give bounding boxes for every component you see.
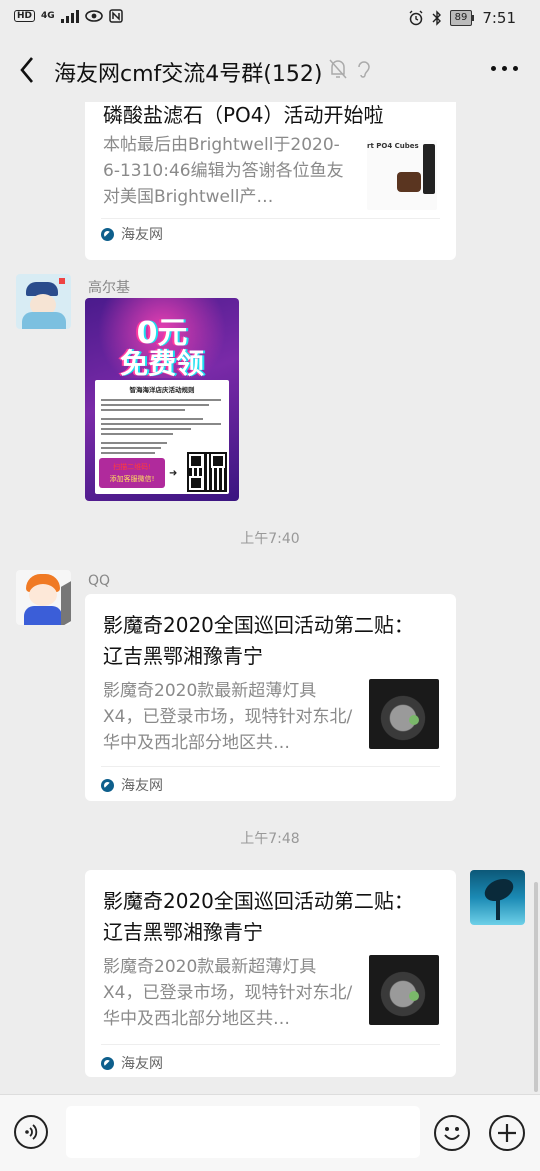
- card-desc: 影魔奇2020款最新超薄灯具X4，已登录市场，现特针对东北/华中及西北部分地区共…: [103, 957, 353, 1029]
- earpiece-icon: [358, 61, 370, 78]
- poster-rules-title: 智海海洋店庆活动规则: [129, 386, 195, 394]
- poster-rules-lines: [101, 396, 221, 457]
- more-options-button[interactable]: [491, 66, 518, 71]
- scrollbar[interactable]: [534, 882, 538, 1092]
- product-jar: [423, 144, 435, 194]
- status-right: 89 7:51: [408, 9, 516, 27]
- link-card-po4[interactable]: 磷酸盐滤石（PO4）活动开始啦 本帖最后由Brightwell于2020-6-1…: [85, 102, 456, 260]
- card-source: 海友网: [101, 775, 163, 795]
- poster-rules-panel: 智海海洋店庆活动规则 扫描二维码! 添加客服微信! ➜: [95, 380, 229, 494]
- card-source: 海友网: [101, 1053, 163, 1073]
- message-input[interactable]: [66, 1106, 420, 1158]
- plus-icon: [498, 1124, 516, 1142]
- emoji-button[interactable]: [434, 1115, 470, 1151]
- timestamp: 上午7:48: [240, 831, 300, 847]
- chat-title: 海友网cmf交流4号群(152): [54, 62, 323, 87]
- poster-cta: 扫描二维码! 添加客服微信!: [99, 458, 165, 488]
- card-desc: 本帖最后由Brightwell于2020-6-1310:46编辑为答谢各位鱼友对…: [103, 135, 344, 207]
- sender-name: 高尔基: [88, 280, 130, 296]
- battery-icon: 89: [449, 10, 475, 26]
- hd-badge: HD: [14, 10, 36, 22]
- haiyou-logo-icon: [101, 227, 114, 241]
- chat-header: 海友网cmf交流4号群(152): [0, 38, 540, 102]
- card-source-label: 海友网: [121, 1056, 163, 1072]
- card-thumbnail: [369, 679, 439, 749]
- mute-bell-icon: [329, 59, 347, 79]
- network-type: 4G: [41, 11, 55, 21]
- alarm-icon: [409, 10, 423, 26]
- poster-cta-1: 扫描二维码!: [113, 463, 151, 471]
- eye-icon: [84, 10, 103, 22]
- poster-arrow-icon: ➜: [169, 468, 178, 479]
- status-left: HD 4G: [14, 9, 123, 23]
- chat-area[interactable]: 磷酸盐滤石（PO4）活动开始啦 本帖最后由Brightwell于2020-6-1…: [0, 102, 540, 1094]
- card-source-label: 海友网: [121, 778, 163, 794]
- haiyou-logo-icon: [101, 1056, 114, 1070]
- card-title: 影魔奇2020全国巡回活动第二贴： 辽吉黑鄂湘豫青宁: [103, 613, 414, 668]
- poster-headline-2: 免费领: [119, 347, 204, 380]
- card-source: 海友网: [101, 224, 163, 244]
- smiley-icon: [444, 1127, 460, 1140]
- haiyou-logo-icon: [101, 778, 114, 792]
- timestamp: 上午7:40: [240, 531, 300, 547]
- signal-icon: [60, 9, 79, 23]
- header-status-icons: [328, 58, 372, 80]
- nfc-icon: [108, 9, 123, 23]
- card-source-label: 海友网: [121, 227, 163, 243]
- voice-icon: [25, 1124, 38, 1140]
- clock: 7:51: [482, 9, 516, 27]
- avatar-gaoerji[interactable]: [16, 274, 71, 329]
- thumb-caption: rt PO4 Cubes: [367, 142, 419, 150]
- input-bar: [0, 1094, 540, 1171]
- product-cubes: [397, 172, 421, 192]
- poster-cta-2: 添加客服微信!: [109, 475, 155, 483]
- link-card-yingmoqi-sent[interactable]: 影魔奇2020全国巡回活动第二贴： 辽吉黑鄂湘豫青宁 影魔奇2020款最新超薄灯…: [85, 870, 456, 1077]
- sender-name: QQ: [88, 573, 111, 589]
- more-functions-button[interactable]: [489, 1115, 525, 1151]
- card-title: 影魔奇2020全国巡回活动第二贴： 辽吉黑鄂湘豫青宁: [103, 889, 414, 944]
- back-arrow-icon[interactable]: [14, 54, 42, 86]
- card-desc: 影魔奇2020款最新超薄灯具X4，已登录市场，现特针对东北/华中及西北部分地区共…: [103, 681, 353, 753]
- battery-level: 89: [449, 10, 473, 26]
- avatar-self[interactable]: [470, 870, 525, 925]
- voice-input-button[interactable]: [14, 1115, 48, 1149]
- qr-code-icon: [187, 452, 227, 492]
- avatar-qq[interactable]: [16, 570, 71, 625]
- card-thumbnail: [369, 955, 439, 1025]
- card-thumbnail: rt PO4 Cubes: [367, 140, 437, 210]
- card-title: 磷酸盐滤石（PO4）活动开始啦: [103, 103, 384, 127]
- link-card-yingmoqi[interactable]: 影魔奇2020全国巡回活动第二贴： 辽吉黑鄂湘豫青宁 影魔奇2020款最新超薄灯…: [85, 594, 456, 801]
- poster-image[interactable]: 0元 免费领 智海海洋店庆活动规则 扫描二维码! 添加客服微信! ➜: [85, 298, 239, 501]
- status-bar: HD 4G 89 7:51: [0, 0, 540, 38]
- bluetooth-icon: [432, 10, 441, 26]
